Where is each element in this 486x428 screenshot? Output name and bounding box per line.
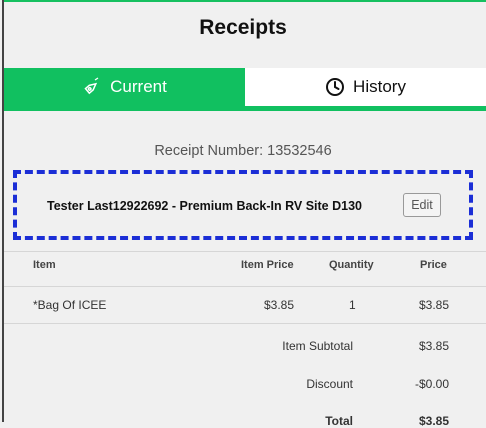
tab-bar: Current History [4,68,486,106]
clock-icon [325,77,345,97]
column-header-quantity: Quantity [329,259,374,271]
top-accent-bar [4,0,486,2]
row-item-price: $3.85 [263,298,294,312]
total-value: $3.85 [418,414,449,428]
discount-label: Discount [306,377,353,391]
subtotal-label: Item Subtotal [282,339,353,353]
page-title: Receipts [199,16,287,39]
row-quantity: 1 [349,298,356,312]
subtotal-value: $3.85 [418,339,449,353]
tab-current[interactable]: Current [4,68,245,106]
divider [4,286,486,287]
column-header-price: Price [420,259,447,271]
tab-current-label: Current [110,77,167,96]
divider [4,323,486,324]
left-border [2,0,4,422]
total-label: Total [325,414,353,428]
row-item-name: *Bag Of ICEE [33,298,107,312]
tab-history[interactable]: History [245,68,486,106]
edit-button[interactable]: Edit [403,193,441,217]
site-info-box: Tester Last12922692 - Premium Back-In RV… [13,170,473,240]
discount-value: -$0.00 [414,377,449,391]
receipt-panel: Receipts Current History Receipt Number:… [0,0,486,428]
site-description: Tester Last12922692 - Premium Back-In RV… [47,199,362,213]
column-header-item: Item [33,259,56,271]
receipt-number: Receipt Number: 13532546 [154,143,332,159]
tab-history-label: History [353,77,406,96]
tag-icon [82,77,102,97]
tab-underline [4,106,486,111]
row-price: $3.85 [418,298,449,312]
divider [4,251,486,252]
column-header-item-price: Item Price [241,259,294,271]
